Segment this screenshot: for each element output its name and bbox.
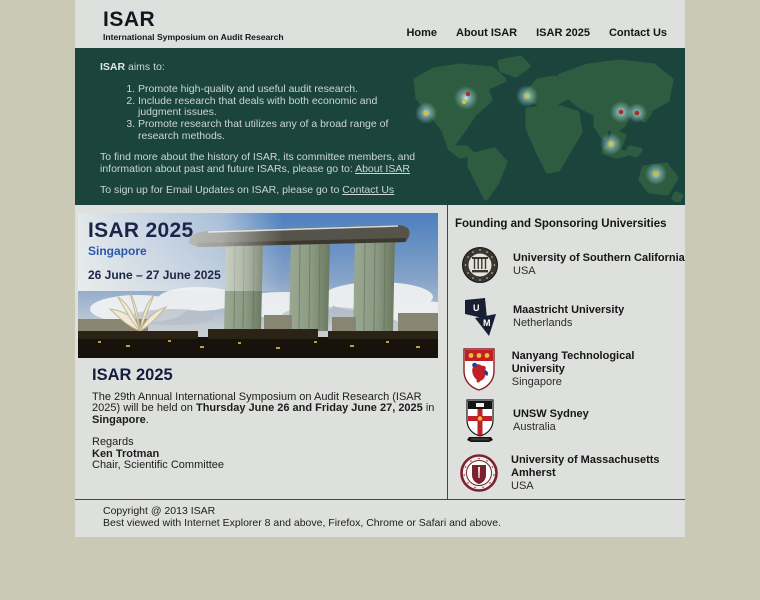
university-country: USA	[513, 265, 536, 277]
footer-browser-note: Best viewed with Internet Explorer 8 and…	[103, 516, 502, 529]
nav-item-contact-us[interactable]: Contact Us	[609, 27, 667, 39]
logo-title: ISAR	[103, 8, 156, 32]
university-text: Maastricht University Netherlands	[513, 304, 624, 330]
university-row-unsw: UNSW Sydney Australia	[455, 395, 685, 447]
university-name: University of Massachusetts Amherst	[511, 453, 660, 479]
hero-location: Singapore	[88, 244, 147, 258]
left-column: ISAR 2025 Singapore 26 June – 27 June 20…	[75, 205, 447, 499]
banner-signup-para: To sign up for Email Updates on ISAR, pl…	[100, 184, 420, 197]
footer-copyright: Copyright @ 2013 ISAR	[103, 505, 216, 517]
announcement-body: The 29th Annual International Symposium …	[92, 391, 437, 427]
signature-title: Chair, Scientific Committee	[92, 459, 225, 471]
university-country: Netherlands	[513, 317, 573, 329]
university-name: Maastricht University	[513, 304, 625, 316]
university-text: UNSW Sydney Australia	[513, 408, 589, 434]
main-section: ISAR 2025 Singapore 26 June – 27 June 20…	[75, 205, 685, 499]
svg-text:U: U	[473, 303, 480, 313]
main-nav: Home About ISAR ISAR 2025 Contact Us	[406, 27, 667, 42]
sponsors-heading: Founding and Sponsoring Universities	[455, 218, 667, 230]
umass-seal-icon	[460, 454, 498, 492]
page-container: ISAR International Symposium on Audit Re…	[75, 0, 685, 537]
banner-intro: ISAR aims to:	[100, 61, 420, 74]
banner-aims-list: Promote high-quality and useful audit re…	[138, 83, 420, 143]
banner-history-para: To find more about the history of ISAR, …	[100, 151, 420, 175]
university-country: Singapore	[511, 375, 562, 388]
university-row-umass: University of Massachusetts Amherst USA	[455, 447, 685, 499]
aim-item-3: Promote research that utilizes any of a …	[138, 118, 420, 142]
svg-text:M: M	[483, 318, 491, 328]
announcement-block: ISAR 2025 The 29th Annual International …	[78, 358, 447, 472]
site-logo: ISAR International Symposium on Audit Re…	[103, 9, 284, 42]
hero-title: ISAR 2025	[88, 219, 194, 242]
site-header: ISAR International Symposium on Audit Re…	[75, 0, 685, 48]
announcement-body-middle: in	[422, 402, 435, 414]
usc-seal-icon	[460, 246, 500, 284]
intro-banner: ISAR aims to: Promote high-quality and u…	[75, 48, 685, 205]
logo-subtitle: International Symposium on Audit Researc…	[103, 32, 284, 43]
marker-australia	[645, 163, 667, 185]
about-isar-link[interactable]: About ISAR	[355, 163, 410, 175]
ntu-crest-icon	[460, 347, 499, 391]
university-text: University of Southern California USA	[513, 252, 685, 278]
banner-intro-rest: aims to:	[125, 61, 165, 73]
aim-item-2: Include research that deals with both ec…	[138, 95, 420, 119]
unsw-crest-icon	[460, 398, 500, 444]
site-footer: Copyright @ 2013 ISAR Best viewed with I…	[75, 499, 685, 537]
university-country: Australia	[513, 421, 556, 433]
university-row-ntu: Nanyang Technological University Singapo…	[455, 343, 685, 395]
hero-image: ISAR 2025 Singapore 26 June – 27 June 20…	[78, 213, 438, 358]
banner-text-block: ISAR aims to: Promote high-quality and u…	[75, 48, 420, 197]
announcement-bold-place: Singapore	[92, 413, 146, 426]
banner-intro-bold: ISAR	[100, 61, 126, 73]
university-name: UNSW Sydney	[513, 408, 589, 420]
nav-item-isar-2025[interactable]: ISAR 2025	[536, 27, 590, 39]
aim-item-1: Promote high-quality and useful audit re…	[138, 83, 420, 96]
signature-regards: Regards	[92, 436, 134, 448]
nav-item-about-isar[interactable]: About ISAR	[456, 27, 517, 39]
university-country: USA	[511, 479, 534, 492]
announcement-bold-dates: Thursday June 26 and Friday June 27, 202…	[195, 402, 423, 414]
world-map-graphic	[413, 55, 684, 202]
announcement-body-end: .	[145, 413, 149, 426]
university-row-maastricht: U M Maastricht University Netherlands	[455, 291, 685, 343]
university-name: Nanyang Technological University	[511, 349, 635, 375]
announcement-heading: ISAR 2025	[92, 366, 173, 384]
university-text: Nanyang Technological University Singapo…	[512, 350, 685, 389]
marker-toronto	[454, 86, 478, 110]
university-row-usc: University of Southern California USA	[455, 239, 685, 291]
hero-dates: 26 June – 27 June 2025	[88, 268, 221, 282]
marker-singapore	[600, 133, 622, 155]
sponsors-column: Founding and Sponsoring Universities Uni…	[447, 205, 685, 499]
university-name: University of Southern California	[513, 252, 685, 264]
nav-item-home[interactable]: Home	[406, 27, 437, 39]
marker-japan	[627, 103, 647, 123]
marker-europe	[516, 85, 538, 107]
maastricht-logo-icon: U M	[460, 297, 500, 337]
banner-signup-text: To sign up for Email Updates on ISAR, pl…	[100, 184, 343, 196]
university-text: University of Massachusetts Amherst USA	[511, 454, 685, 493]
contact-us-link[interactable]: Contact Us	[342, 184, 394, 196]
hero-text-overlay: ISAR 2025 Singapore 26 June – 27 June 20…	[88, 220, 221, 281]
